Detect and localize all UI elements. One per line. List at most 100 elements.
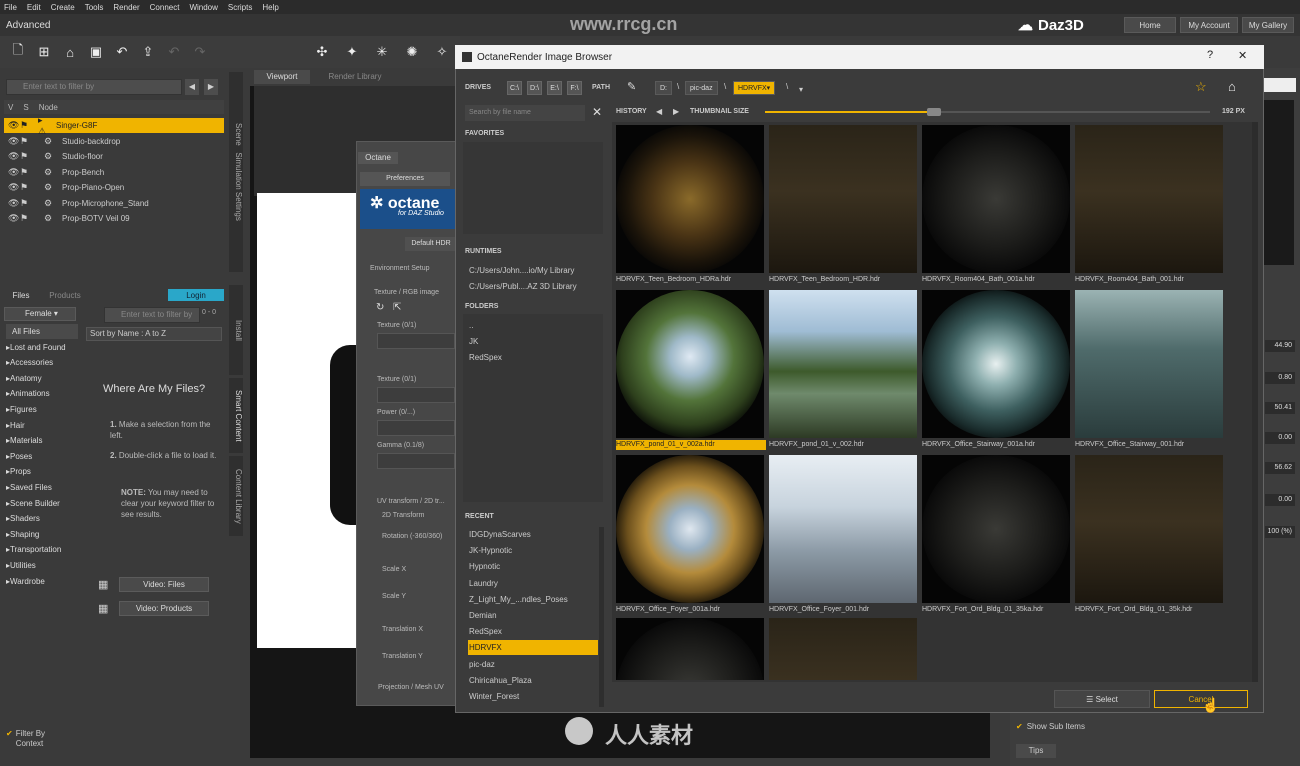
hdr-thumbnail[interactable] xyxy=(769,290,917,438)
menu-render[interactable]: Render xyxy=(113,3,139,12)
path-segment-current[interactable]: HDRVFX ▾ xyxy=(733,81,776,95)
layout-label[interactable]: Advanced xyxy=(6,20,50,31)
tab-scene[interactable]: Scene Simulation Settings xyxy=(229,72,243,272)
close-button[interactable]: ✕ xyxy=(1238,49,1247,62)
scene-node-row[interactable]: 👁 ⚑ ⚙ Prop-Piano-Open xyxy=(4,180,224,195)
recent-item[interactable]: Winter_Forest xyxy=(468,689,598,704)
hdr-thumbnail[interactable] xyxy=(922,125,1070,273)
drive-button[interactable]: D:\ xyxy=(527,81,542,95)
content-filter-input[interactable]: Enter text to filter by xyxy=(104,307,200,323)
tab-content-library[interactable]: Content Library xyxy=(229,456,243,536)
tab-files[interactable]: Files xyxy=(6,289,36,301)
hdr-thumbnail[interactable] xyxy=(616,455,764,603)
export-icon[interactable]: ⇪ xyxy=(138,42,158,62)
texture1-slider[interactable] xyxy=(377,333,455,349)
folder-item[interactable]: RedSpex xyxy=(468,350,600,365)
recent-item[interactable]: Hypnotic xyxy=(468,559,598,574)
category-item[interactable]: ▸ Wardrobe xyxy=(6,574,78,589)
category-item[interactable]: ▸ Scene Builder xyxy=(6,496,78,511)
category-item[interactable]: ▸ Anatomy xyxy=(6,371,78,386)
home-icon[interactable]: ⌂ xyxy=(1228,79,1236,94)
pose-tool-icon[interactable]: ✦ xyxy=(342,42,362,62)
parameter-value[interactable]: 0.00 xyxy=(1265,494,1295,506)
tab-render-library[interactable]: Render Library xyxy=(320,70,390,84)
tab-viewport[interactable]: Viewport xyxy=(254,70,310,84)
folder-item[interactable]: .. xyxy=(468,318,600,333)
category-item[interactable]: ▸ Transportation xyxy=(6,542,78,557)
help-button[interactable]: ? xyxy=(1207,49,1213,61)
thumbnail-label[interactable]: HDRVFX_Office_Stairway_001a.hdr xyxy=(922,440,1072,450)
menu-tools[interactable]: Tools xyxy=(85,3,104,12)
scene-node-row[interactable]: 👁 ⚑ ⚙ Prop-BOTV Veil 09 xyxy=(4,211,224,226)
tab-smart-content[interactable]: Smart Content xyxy=(229,378,243,453)
show-sub-items-checkbox[interactable]: ✔ Show Sub Items xyxy=(1016,722,1085,731)
grid-scrollbar[interactable] xyxy=(1252,122,1258,682)
menu-file[interactable]: File xyxy=(4,3,17,12)
hdr-thumbnail[interactable] xyxy=(922,455,1070,603)
hdr-thumbnail[interactable] xyxy=(1075,290,1223,438)
default-hdr-button[interactable]: Default HDR xyxy=(405,237,457,251)
scene-next-icon[interactable]: ▶ xyxy=(204,79,218,95)
category-item[interactable]: ▸ Poses xyxy=(6,449,78,464)
category-item[interactable]: ▸ Shaping xyxy=(6,527,78,542)
sort-select[interactable]: Sort by Name : A to Z xyxy=(86,327,222,341)
recent-item[interactable]: IDGDynaScarves xyxy=(468,527,598,542)
power-slider[interactable] xyxy=(377,420,455,436)
path-segment[interactable]: pic-daz xyxy=(685,81,718,95)
scene-prev-icon[interactable]: ◀ xyxy=(185,79,199,95)
scene-node-row[interactable]: 👁 ⚑ ⚙ Studio-backdrop xyxy=(4,134,224,149)
open-external-icon[interactable]: ⇱ xyxy=(393,302,401,313)
video-products-button[interactable]: Video: Products xyxy=(119,601,209,616)
eye-icon[interactable]: 👁 xyxy=(8,120,20,131)
render-tool-icon[interactable]: ✧ xyxy=(432,42,452,62)
menu-create[interactable]: Create xyxy=(51,3,75,12)
category-item[interactable]: ▸ Saved Files xyxy=(6,480,78,495)
gamma-slider[interactable] xyxy=(377,453,455,469)
eye-icon[interactable]: 👁 xyxy=(8,136,20,147)
category-item[interactable]: ▸ Lost and Found xyxy=(6,340,78,355)
thumbnail-label[interactable]: HDRVFX_Teen_Bedroom_HDRa.hdr xyxy=(616,275,766,285)
menu-help[interactable]: Help xyxy=(262,3,278,12)
scene-filter-input[interactable]: Enter text to filter by xyxy=(6,79,182,95)
favorite-star-icon[interactable]: ☆ xyxy=(1195,79,1207,95)
path-dropdown-icon[interactable]: ▾ xyxy=(799,85,803,94)
tab-install[interactable]: Install xyxy=(229,285,243,375)
undo-icon[interactable]: ↶ xyxy=(164,42,184,62)
pencil-icon[interactable]: ✎ xyxy=(627,80,636,93)
category-item[interactable]: ▸ Utilities xyxy=(6,558,78,573)
texture2-slider[interactable] xyxy=(377,387,455,403)
thumb-size-handle[interactable] xyxy=(927,108,942,116)
eye-icon[interactable]: 👁 xyxy=(8,182,20,193)
undo-history-icon[interactable]: ↶ xyxy=(112,42,132,62)
eye-icon[interactable]: 👁 xyxy=(8,167,20,178)
hdr-thumbnail[interactable] xyxy=(769,455,917,603)
path-segment[interactable]: D: xyxy=(655,81,672,95)
hdr-thumbnail[interactable] xyxy=(922,290,1070,438)
hdr-thumbnail[interactable] xyxy=(616,618,764,680)
menu-scripts[interactable]: Scripts xyxy=(228,3,252,12)
thumbnail-label[interactable]: HDRVFX_Office_Stairway_001.hdr xyxy=(1075,440,1225,450)
thumbnail-label[interactable]: HDRVFX_pond_01_v_002.hdr xyxy=(769,440,919,450)
category-item[interactable]: All Files xyxy=(6,324,78,339)
hdr-thumbnail[interactable] xyxy=(1075,125,1223,273)
tab-products[interactable]: Products xyxy=(40,289,90,301)
gender-select[interactable]: Female ▾ xyxy=(4,307,76,321)
filter-by-context-checkbox[interactable]: ✔ Filter By Context xyxy=(6,729,66,749)
recent-item[interactable]: Demian xyxy=(468,608,598,623)
hdr-thumbnail[interactable] xyxy=(1075,455,1223,603)
drive-button[interactable]: C:\ xyxy=(507,81,522,95)
scene-node-row[interactable]: 👁 ⚑ ▸ ⚠ Singer-G8F xyxy=(4,115,224,136)
transform-tool-icon[interactable]: ✳ xyxy=(372,42,392,62)
runtime-item[interactable]: C:/Users/Publ....AZ 3D Library xyxy=(468,279,600,294)
home-button[interactable]: Home xyxy=(1124,17,1176,33)
my-account-button[interactable]: My Account xyxy=(1180,17,1238,33)
tips-tab[interactable]: Tips xyxy=(1016,744,1056,758)
category-item[interactable]: ▸ Accessories xyxy=(6,355,78,370)
scene-node-row[interactable]: 👁 ⚑ ⚙ Studio-floor xyxy=(4,149,224,164)
history-back-icon[interactable]: ◀ xyxy=(656,107,662,116)
parameter-value[interactable]: 56.62 xyxy=(1265,462,1295,474)
category-item[interactable]: ▸ Shaders xyxy=(6,511,78,526)
thumbnail-label[interactable]: HDRVFX_Room404_Bath_001a.hdr xyxy=(922,275,1072,285)
open-icon[interactable]: ⌂ xyxy=(60,42,80,62)
thumbnail-label[interactable]: HDRVFX_Teen_Bedroom_HDR.hdr xyxy=(769,275,919,285)
